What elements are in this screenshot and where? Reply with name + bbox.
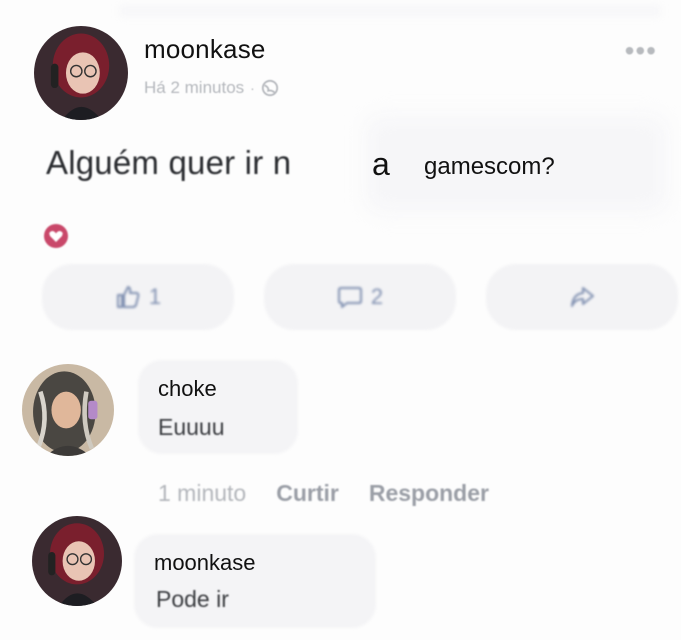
- comment-text: Euuuu: [158, 414, 225, 440]
- comment-actions: 1 minuto Curtir Responder: [158, 480, 489, 507]
- post-page: moonkase Há 2 minutos · ••• Alguém quer …: [0, 0, 681, 640]
- like-count: 1: [148, 284, 162, 309]
- top-divider: [120, 6, 660, 16]
- more-options-icon[interactable]: •••: [625, 37, 657, 65]
- like-button[interactable]: 1: [42, 264, 234, 330]
- reply-text: Pode ir: [156, 586, 229, 612]
- comment-button[interactable]: 2: [264, 264, 456, 330]
- comment-icon: [337, 287, 362, 308]
- post-timestamp[interactable]: Há 2 minutos: [144, 78, 244, 98]
- comment-timestamp[interactable]: 1 minuto: [158, 480, 246, 507]
- post-author-avatar[interactable]: [34, 26, 128, 120]
- post-meta: Há 2 minutos ·: [144, 78, 279, 98]
- thumbs-up-icon: [116, 286, 140, 308]
- post-text-letter: a: [372, 146, 390, 182]
- heart-reaction-icon[interactable]: [42, 222, 70, 250]
- reply-bubble: [134, 534, 376, 628]
- post-author-name[interactable]: moonkase: [144, 34, 266, 65]
- share-button[interactable]: [486, 264, 678, 330]
- comment-author-name[interactable]: choke: [158, 376, 217, 402]
- meta-separator: ·: [250, 80, 255, 96]
- comment-like-link[interactable]: Curtir: [276, 480, 339, 507]
- comment-count: 2: [370, 284, 384, 309]
- reply-author-name[interactable]: moonkase: [154, 550, 256, 576]
- share-icon: [571, 287, 594, 307]
- comment-reply-link[interactable]: Responder: [369, 480, 489, 507]
- post-text-word: gamescom?: [424, 153, 555, 180]
- reply-author-avatar[interactable]: [32, 516, 122, 606]
- post-text: Alguém quer ir n: [46, 144, 292, 181]
- globe-icon: [261, 79, 279, 97]
- comment-author-avatar[interactable]: [22, 364, 114, 456]
